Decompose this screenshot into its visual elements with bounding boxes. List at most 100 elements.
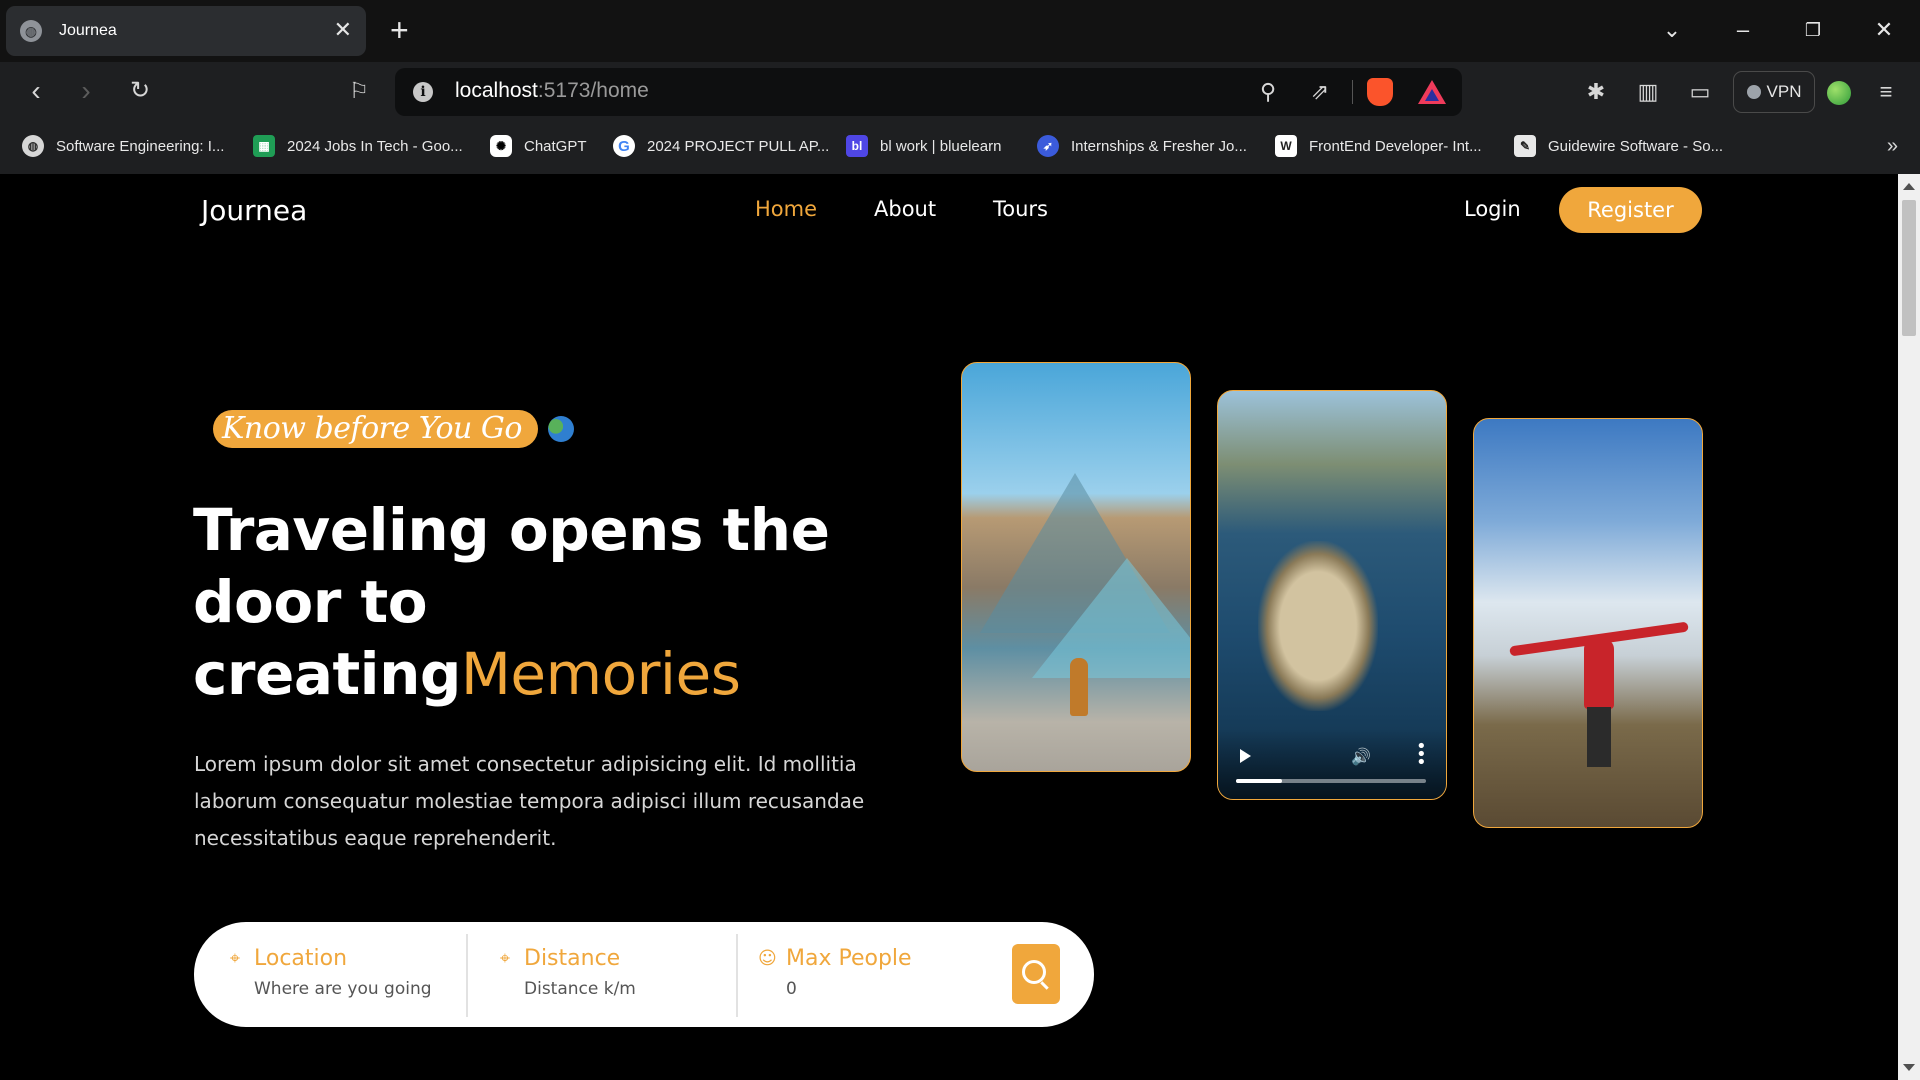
zoom-icon[interactable]: ⚲ xyxy=(1252,76,1284,108)
address-bar[interactable]: i localhost:5173/home ⚲ ⇗ xyxy=(395,68,1462,116)
extensions-icon[interactable]: ✱ xyxy=(1578,74,1614,110)
users-icon: ☺ xyxy=(758,947,777,969)
browser-tab[interactable]: ◍ Journea ✕ xyxy=(6,6,366,56)
bookmark-item[interactable]: G 2024 PROJECT PULL AP... xyxy=(613,135,829,157)
field-divider xyxy=(736,934,738,1017)
headline-accent: Memories xyxy=(460,640,741,708)
vpn-button[interactable]: VPN xyxy=(1733,71,1815,113)
scroll-up-arrow-icon[interactable] xyxy=(1903,183,1915,190)
field-divider xyxy=(466,934,468,1017)
sidebar-icon[interactable]: ▥ xyxy=(1630,74,1666,110)
distance-label: Distance xyxy=(524,946,621,971)
pen-icon: ✎ xyxy=(1514,135,1536,157)
location-field[interactable]: ⌖ Location Where are you going xyxy=(226,946,432,999)
close-tab-icon[interactable]: ✕ xyxy=(334,19,352,41)
share-icon[interactable]: ⇗ xyxy=(1304,76,1336,108)
more-bookmarks-icon[interactable]: » xyxy=(1887,135,1898,158)
nav-home[interactable]: Home xyxy=(755,197,817,221)
hero-video[interactable]: 🔊 • • • xyxy=(1217,390,1447,800)
hero-badge: Know before You Go xyxy=(213,410,538,448)
bookmark-label: 2024 Jobs In Tech - Goo... xyxy=(287,137,463,155)
rocket-icon: ➶ xyxy=(1037,135,1059,157)
wallet-icon[interactable]: ▭ xyxy=(1682,74,1718,110)
login-button[interactable]: Login xyxy=(1464,197,1521,221)
page-scrollbar[interactable] xyxy=(1898,174,1920,1080)
pyramid-shape xyxy=(1032,558,1190,678)
bookmark-item[interactable]: ✎ Guidewire Software - So... xyxy=(1514,135,1723,157)
new-tab-button[interactable]: + xyxy=(390,12,409,48)
distance-input[interactable]: Distance k/m xyxy=(524,979,636,999)
bookmark-label: ChatGPT xyxy=(524,137,587,155)
video-controls: 🔊 • • • xyxy=(1218,729,1446,799)
vpn-status-icon xyxy=(1746,85,1761,99)
brave-rewards-icon[interactable] xyxy=(1418,80,1446,104)
hero-headline: Traveling opens the door to creatingMemo… xyxy=(193,494,953,710)
louvre-image xyxy=(961,362,1191,772)
bookmark-label: Internships & Fresher Jo... xyxy=(1071,137,1247,155)
tab-search-chevron-icon[interactable]: ⌄ xyxy=(1656,14,1688,46)
page-viewport: Journea Home About Tours Login Register … xyxy=(0,174,1898,1080)
bookmark-item[interactable]: ✺ ChatGPT xyxy=(490,135,587,157)
bookmark-item[interactable]: ▦ 2024 Jobs In Tech - Goo... xyxy=(253,135,463,157)
sheets-icon: ▦ xyxy=(253,135,275,157)
hiker-figure xyxy=(1584,639,1614,709)
google-icon: G xyxy=(613,135,635,157)
restore-button[interactable]: ❐ xyxy=(1797,14,1829,46)
scroll-down-arrow-icon[interactable] xyxy=(1903,1064,1915,1071)
max-people-field[interactable]: ☺ Max People 0 xyxy=(758,946,912,999)
more-options-icon[interactable]: • • • xyxy=(1416,738,1427,772)
search-icon-handle xyxy=(1040,981,1049,990)
distance-field[interactable]: ⌖ Distance Distance k/m xyxy=(496,946,636,999)
globe-emoji-icon xyxy=(547,416,574,442)
max-people-label: Max People xyxy=(786,946,912,971)
volume-icon[interactable]: 🔊 xyxy=(1351,747,1371,766)
w-icon: W xyxy=(1275,135,1297,157)
bookmarks-bar: ◍ Software Engineering: I... ▦ 2024 Jobs… xyxy=(0,122,1920,174)
forward-button[interactable]: › xyxy=(68,74,104,110)
hero-description: Lorem ipsum dolor sit amet consectetur a… xyxy=(194,752,865,850)
browser-toolbar: ‹ › ↻ ⚐ i localhost:5173/home ⚲ ⇗ ✱ ▥ ▭ … xyxy=(0,62,1920,122)
close-window-button[interactable]: ✕ xyxy=(1868,14,1900,46)
tour-search-bar: ⌖ Location Where are you going ⌖ Distanc… xyxy=(194,922,1094,1027)
bookmark-label: FrontEnd Developer- Int... xyxy=(1309,137,1482,155)
profile-avatar[interactable] xyxy=(1827,81,1851,105)
scrollbar-thumb[interactable] xyxy=(1902,200,1916,336)
brave-shields-icon[interactable] xyxy=(1367,78,1393,106)
max-people-input[interactable]: 0 xyxy=(786,979,912,999)
traveler-figure xyxy=(1070,658,1088,716)
bookmark-label: Guidewire Software - So... xyxy=(1548,137,1724,155)
bookmark-label: bl work | bluelearn xyxy=(880,137,1002,155)
island-fort-shape xyxy=(1258,541,1378,711)
video-progress-bar[interactable] xyxy=(1236,779,1426,783)
chatgpt-icon: ✺ xyxy=(490,135,512,157)
register-button[interactable]: Register xyxy=(1559,187,1702,233)
bluelearn-icon: bl xyxy=(846,135,868,157)
vpn-label: VPN xyxy=(1766,82,1802,101)
bookmark-item[interactable]: W FrontEnd Developer- Int... xyxy=(1275,135,1482,157)
video-progress-fill xyxy=(1236,779,1282,783)
map-pin-icon: ⌖ xyxy=(499,947,511,969)
tab-title: Journea xyxy=(59,22,117,39)
bookmark-item[interactable]: ➶ Internships & Fresher Jo... xyxy=(1037,135,1247,157)
hiker-legs-shape xyxy=(1587,707,1611,767)
reload-button[interactable]: ↻ xyxy=(122,74,158,110)
site-info-icon[interactable]: i xyxy=(413,82,433,102)
hiker-image xyxy=(1473,418,1703,828)
menu-icon[interactable]: ≡ xyxy=(1868,74,1904,110)
nav-tours[interactable]: Tours xyxy=(993,197,1048,221)
minimize-button[interactable]: – xyxy=(1727,14,1759,46)
play-icon[interactable] xyxy=(1240,749,1251,763)
url-text[interactable]: localhost:5173/home xyxy=(455,79,649,103)
bookmark-item[interactable]: ◍ Software Engineering: I... xyxy=(22,135,224,157)
bookmark-label: 2024 PROJECT PULL AP... xyxy=(647,137,830,155)
globe-icon: ◍ xyxy=(20,20,42,42)
bookmark-icon[interactable]: ⚐ xyxy=(341,74,377,110)
location-label: Location xyxy=(254,946,348,971)
site-logo[interactable]: Journea xyxy=(201,194,307,227)
bookmark-item[interactable]: bl bl work | bluelearn xyxy=(846,135,1001,157)
back-button[interactable]: ‹ xyxy=(18,74,54,110)
nav-about[interactable]: About xyxy=(874,197,936,221)
location-input[interactable]: Where are you going xyxy=(254,979,432,999)
search-button[interactable] xyxy=(1012,944,1060,1004)
browser-tabstrip: ◍ Journea ✕ + ⌄ – ❐ ✕ xyxy=(0,0,1920,62)
